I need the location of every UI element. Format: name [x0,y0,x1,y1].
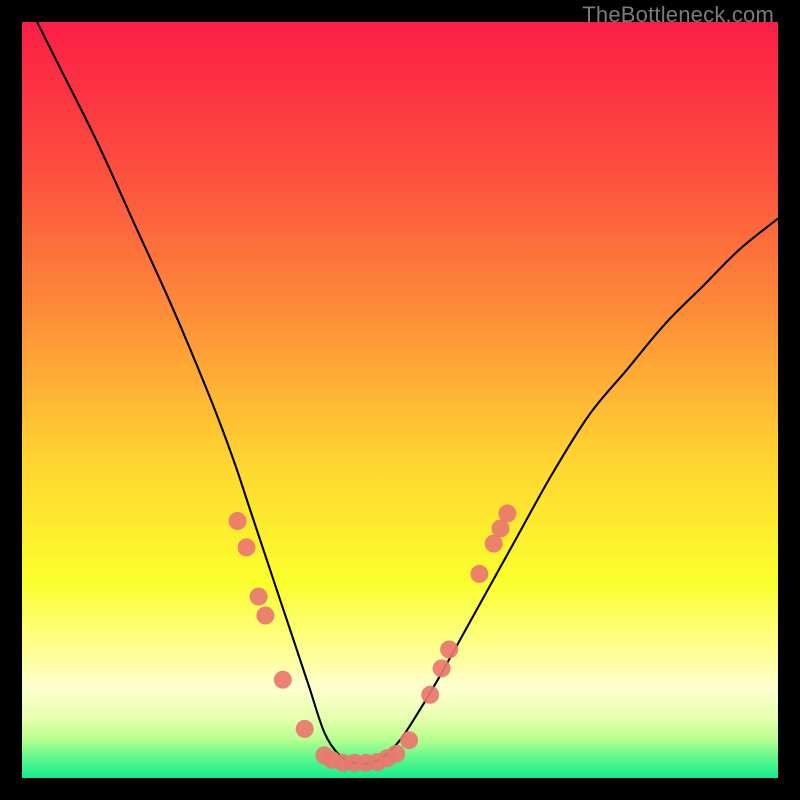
data-dot [274,671,292,689]
data-dot [250,588,268,606]
data-dot [440,641,458,659]
data-dot [470,565,488,583]
data-dot [296,720,314,738]
chart-stage: TheBottleneck.com [0,0,800,800]
data-dot [498,504,516,522]
data-dot [421,686,439,704]
bottleneck-curve [37,22,778,764]
plot-area [22,22,778,778]
data-dot [256,607,274,625]
data-dot [229,512,247,530]
data-dot [400,731,418,749]
data-dot [238,538,256,556]
data-dot [387,745,405,763]
curve-dots [229,504,517,772]
data-dot [433,659,451,677]
plot-overlay [22,22,778,778]
watermark-text: TheBottleneck.com [582,2,774,28]
